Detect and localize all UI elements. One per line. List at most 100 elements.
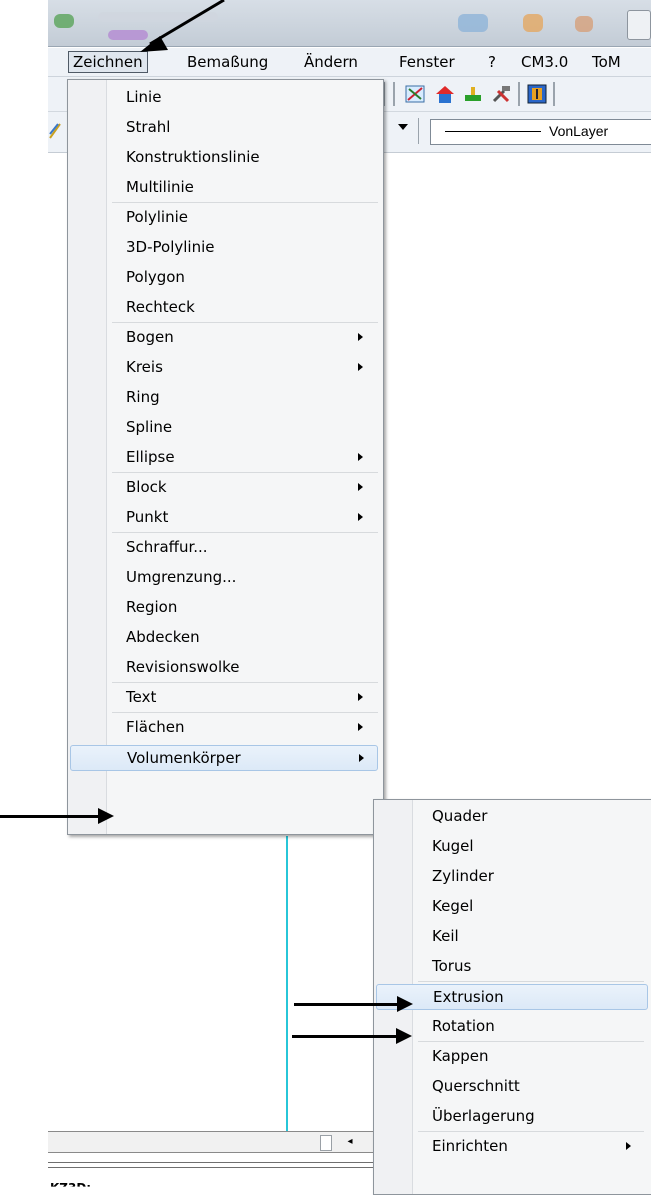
layer-icon bbox=[48, 120, 62, 142]
menu-item-querschnitt[interactable]: Querschnitt bbox=[376, 1074, 646, 1098]
menu-separator bbox=[418, 1131, 644, 1132]
menu-fenster[interactable]: Fenster bbox=[395, 52, 459, 72]
menu-item-abdecken[interactable]: Abdecken bbox=[70, 625, 376, 649]
submenu-arrow-icon bbox=[358, 333, 363, 341]
menu-item-label: Kegel bbox=[432, 897, 474, 915]
menu-item-label: Block bbox=[126, 478, 167, 496]
level-icon[interactable] bbox=[462, 83, 484, 105]
menu-tom[interactable]: ToM bbox=[588, 52, 625, 72]
menu-item-polygon[interactable]: Polygon bbox=[70, 265, 376, 289]
menu-item-ring[interactable]: Ring bbox=[70, 385, 376, 409]
menu-item-label: Kappen bbox=[432, 1047, 489, 1065]
menu-item-umgrenzung[interactable]: Umgrenzung... bbox=[70, 565, 376, 589]
arrow-rotation bbox=[292, 1035, 398, 1038]
submenu-arrow-icon bbox=[358, 363, 363, 371]
arrowhead bbox=[98, 808, 114, 824]
zeichnen-menu: Linie Strahl Konstruktionslinie Multilinie P… bbox=[67, 79, 384, 835]
tools-icon[interactable] bbox=[490, 83, 512, 105]
divider bbox=[48, 1167, 378, 1168]
submenu-arrow-icon bbox=[358, 453, 363, 461]
menu-item-label: Ellipse bbox=[126, 448, 175, 466]
menu-item-label: 3D-Polylinie bbox=[126, 238, 215, 256]
submenu-arrow-icon bbox=[358, 483, 363, 491]
menu-separator bbox=[112, 202, 378, 203]
scrollbar-thumb[interactable] bbox=[320, 1135, 332, 1151]
menu-item-label: Linie bbox=[126, 88, 162, 106]
house-icon[interactable] bbox=[434, 83, 456, 105]
menu-item-volumenkoerper[interactable]: Volumenkörper bbox=[70, 745, 378, 771]
menu-item-label: Kreis bbox=[126, 358, 163, 376]
menu-item-label: Schraffur... bbox=[126, 538, 208, 556]
menu-item-label: Überlagerung bbox=[432, 1107, 535, 1125]
volumenkoerper-submenu: Quader Kugel Zylinder Kegel Keil Torus Extrusi… bbox=[373, 799, 651, 1195]
menu-item-keil[interactable]: Keil bbox=[376, 924, 646, 948]
divider bbox=[48, 1162, 378, 1163]
menu-item-linie[interactable]: Linie bbox=[70, 85, 376, 109]
linetype-label: VonLayer bbox=[549, 123, 609, 139]
linetype-select[interactable]: VonLayer bbox=[430, 119, 651, 145]
menu-separator bbox=[418, 1041, 644, 1042]
menu-item-spline[interactable]: Spline bbox=[70, 415, 376, 439]
menu-item-text[interactable]: Text bbox=[70, 685, 376, 709]
menu-aendern[interactable]: Ändern bbox=[300, 52, 362, 72]
menu-item-kreis[interactable]: Kreis bbox=[70, 355, 376, 379]
menu-item-label: Torus bbox=[432, 957, 472, 975]
arrow-volumenkoerper bbox=[0, 815, 100, 818]
menu-item-region[interactable]: Region bbox=[70, 595, 376, 619]
menu-item-kappen[interactable]: Kappen bbox=[376, 1044, 646, 1068]
menu-item-einrichten[interactable]: Einrichten bbox=[376, 1134, 646, 1158]
menu-item-quader[interactable]: Quader bbox=[376, 804, 646, 828]
menu-item-label: Quader bbox=[432, 807, 488, 825]
arrowhead bbox=[397, 996, 413, 1012]
menu-item-konstruktionslinie[interactable]: Konstruktionslinie bbox=[70, 145, 376, 169]
insert-icon[interactable] bbox=[526, 83, 548, 105]
menu-item-multilinie[interactable]: Multilinie bbox=[70, 175, 376, 199]
menu-item-ueberlagerung[interactable]: Überlagerung bbox=[376, 1104, 646, 1128]
menu-item-polylinie[interactable]: Polylinie bbox=[70, 205, 376, 229]
menu-item-bogen[interactable]: Bogen bbox=[70, 325, 376, 349]
menu-item-label: Einrichten bbox=[432, 1137, 508, 1155]
menu-item-label: Flächen bbox=[126, 718, 185, 736]
window-button[interactable] bbox=[627, 10, 651, 40]
menu-item-label: Text bbox=[126, 688, 157, 706]
menu-item-schraffur[interactable]: Schraffur... bbox=[70, 535, 376, 559]
menu-separator bbox=[112, 532, 378, 533]
submenu-arrow-icon bbox=[626, 1142, 631, 1150]
menu-item-strahl[interactable]: Strahl bbox=[70, 115, 376, 139]
arrowhead bbox=[396, 1028, 412, 1044]
menu-item-kegel[interactable]: Kegel bbox=[376, 894, 646, 918]
scroll-left-icon[interactable]: ◂ bbox=[338, 1134, 362, 1150]
drawing-line bbox=[286, 836, 288, 1136]
menu-item-zylinder[interactable]: Zylinder bbox=[376, 864, 646, 888]
menu-item-revisionswolke[interactable]: Revisionswolke bbox=[70, 655, 376, 679]
menu-separator bbox=[112, 472, 378, 473]
menu-item-kugel[interactable]: Kugel bbox=[376, 834, 646, 858]
menu-item-torus[interactable]: Torus bbox=[376, 954, 646, 978]
menu-help[interactable]: ? bbox=[484, 52, 500, 72]
view-icon[interactable] bbox=[404, 83, 426, 105]
menu-item-label: Multilinie bbox=[126, 178, 194, 196]
menu-item-rechteck[interactable]: Rechteck bbox=[70, 295, 376, 319]
menu-item-flaechen[interactable]: Flächen bbox=[70, 715, 376, 739]
menu-zeichnen[interactable]: Zeichnen bbox=[68, 51, 148, 73]
menu-item-label: Rotation bbox=[432, 1017, 495, 1035]
menu-item-label: Extrusion bbox=[433, 988, 504, 1006]
menu-item-label: Querschnitt bbox=[432, 1077, 520, 1095]
menu-item-label: Strahl bbox=[126, 118, 171, 136]
horizontal-scrollbar[interactable]: ◂ bbox=[48, 1131, 378, 1153]
menu-item-3d-polylinie[interactable]: 3D-Polylinie bbox=[70, 235, 376, 259]
menu-item-label: Umgrenzung... bbox=[126, 568, 237, 586]
submenu-arrow-icon bbox=[358, 513, 363, 521]
menu-item-block[interactable]: Block bbox=[70, 475, 376, 499]
chevron-down-icon[interactable] bbox=[398, 124, 408, 130]
submenu-arrow-icon bbox=[359, 754, 364, 762]
menu-item-label: Polylinie bbox=[126, 208, 188, 226]
menu-cm30[interactable]: CM3.0 bbox=[517, 52, 572, 72]
menu-separator bbox=[112, 712, 378, 713]
menu-item-punkt[interactable]: Punkt bbox=[70, 505, 376, 529]
menu-item-label: Polygon bbox=[126, 268, 185, 286]
menu-item-label: Zylinder bbox=[432, 867, 494, 885]
menu-item-extrusion[interactable]: Extrusion bbox=[376, 984, 648, 1010]
menu-item-rotation[interactable]: Rotation bbox=[376, 1014, 646, 1038]
menu-item-ellipse[interactable]: Ellipse bbox=[70, 445, 376, 469]
